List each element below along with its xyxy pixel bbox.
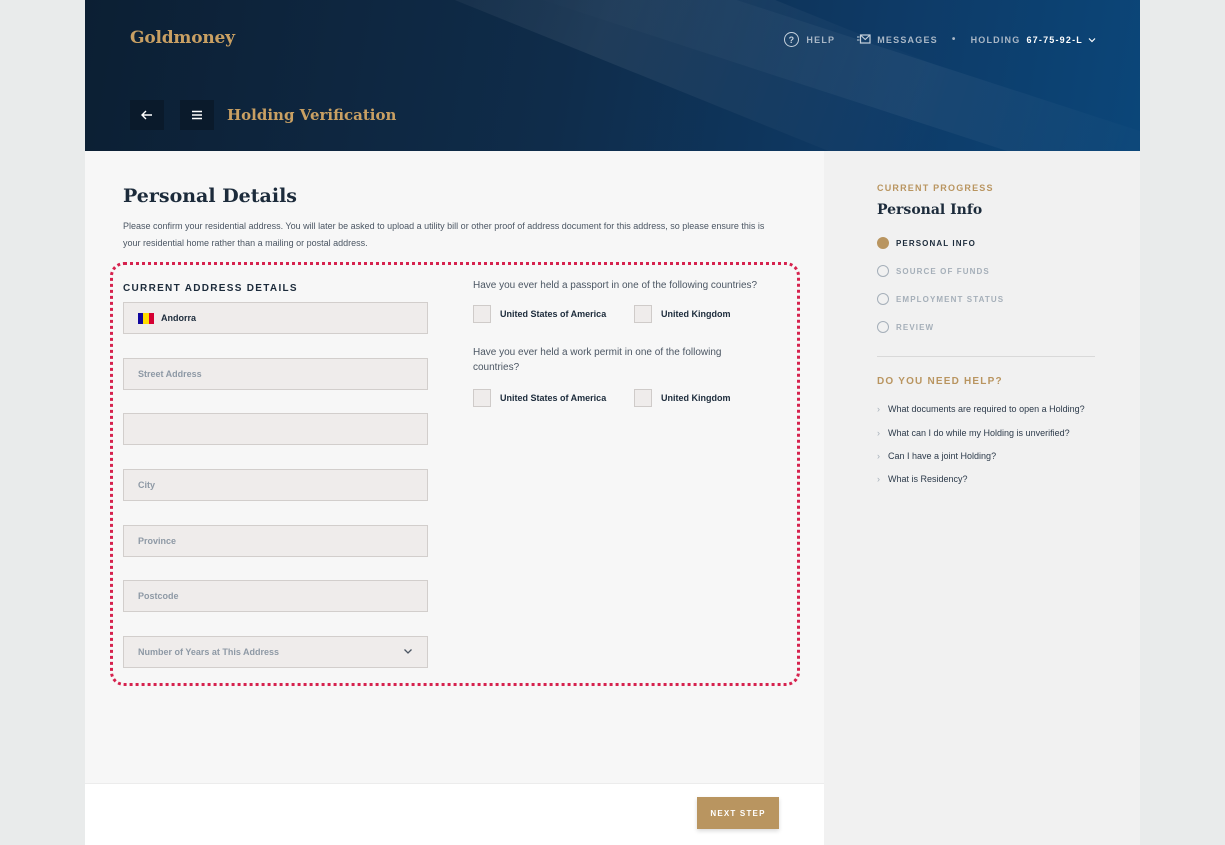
step-review[interactable]: REVIEW <box>877 321 934 333</box>
postcode-placeholder: Postcode <box>138 591 179 601</box>
messages-label: MESSAGES <box>877 34 938 45</box>
arrow-left-icon <box>141 110 153 120</box>
step-circle-icon <box>877 265 889 277</box>
street-address-input[interactable]: Street Address <box>123 358 428 390</box>
main-content: Personal Details Please confirm your res… <box>85 151 824 845</box>
work-permit-usa-checkbox[interactable]: United States of America <box>473 389 606 407</box>
step-filled-circle-icon <box>877 237 889 249</box>
chevron-down-icon <box>1088 37 1096 43</box>
next-step-button[interactable]: NEXT STEP <box>697 797 779 829</box>
work-permit-uk-label: United Kingdom <box>661 393 731 403</box>
page-title: Personal Details <box>123 185 297 207</box>
passport-uk-label: United Kingdom <box>661 309 731 319</box>
top-header: Goldmoney ? HELP MESSAGES • HOLDING 67-7… <box>85 0 1140 151</box>
step-label: SOURCE OF FUNDS <box>896 266 990 276</box>
work-permit-uk-checkbox[interactable]: United Kingdom <box>634 389 731 407</box>
step-label: EMPLOYMENT STATUS <box>896 294 1005 304</box>
passport-usa-checkbox[interactable]: United States of America <box>473 305 606 323</box>
passport-question: Have you ever held a passport in one of … <box>473 280 758 291</box>
help-link-item[interactable]: › What can I do while my Holding is unve… <box>877 428 1070 438</box>
back-button[interactable] <box>130 100 164 130</box>
city-input[interactable]: City <box>123 469 428 501</box>
work-permit-usa-label: United States of America <box>500 393 607 403</box>
goldmoney-logo[interactable]: Goldmoney <box>130 28 235 48</box>
help-link-label: Can I have a joint Holding? <box>888 451 997 461</box>
help-link[interactable]: ? HELP <box>784 32 835 47</box>
street-address-placeholder: Street Address <box>138 369 202 379</box>
checkbox-box <box>473 389 491 407</box>
help-link-item[interactable]: › What is Residency? <box>877 474 968 484</box>
help-link-label: What is Residency? <box>888 474 968 484</box>
years-at-address-select[interactable]: Number of Years at This Address <box>123 636 428 668</box>
page-description: Please confirm your residential address.… <box>123 221 765 248</box>
checkbox-box <box>634 305 652 323</box>
years-at-address-placeholder: Number of Years at This Address <box>138 647 280 657</box>
passport-uk-checkbox[interactable]: United Kingdom <box>634 305 731 323</box>
work-permit-question: Have you ever held a work permit in one … <box>473 347 722 373</box>
country-value: Andorra <box>161 313 197 323</box>
messages-icon <box>857 34 871 45</box>
chevron-right-icon: › <box>877 428 880 438</box>
help-link-item[interactable]: › What documents are required to open a … <box>877 404 1085 414</box>
sidebar-divider <box>877 356 1095 357</box>
checkbox-box <box>473 305 491 323</box>
step-label: REVIEW <box>896 322 935 332</box>
country-select[interactable]: Andorra <box>123 302 428 334</box>
andorra-flag-icon <box>138 312 154 324</box>
app-page: Goldmoney ? HELP MESSAGES • HOLDING 67-7… <box>85 0 1140 845</box>
step-personal-info[interactable]: PERSONAL INFO <box>877 237 976 249</box>
section-label: CURRENT ADDRESS DETAILS <box>123 283 298 294</box>
help-heading: DO YOU NEED HELP? <box>877 376 1003 387</box>
city-placeholder: City <box>138 480 156 490</box>
progress-title: Personal Info <box>877 202 983 218</box>
help-label: HELP <box>806 34 836 45</box>
chevron-down-icon <box>403 648 413 655</box>
street-address-line2-input[interactable] <box>123 413 428 445</box>
top-navigation: ? HELP MESSAGES • HOLDING 67-75-92-L <box>762 32 1096 47</box>
progress-label: CURRENT PROGRESS <box>877 183 994 193</box>
menu-button[interactable] <box>180 100 214 130</box>
passport-usa-label: United States of America <box>500 309 607 319</box>
nav-separator: • <box>951 34 957 45</box>
holding-number: 67-75-92-L <box>1026 34 1083 45</box>
step-circle-icon <box>877 293 889 305</box>
step-employment-status[interactable]: EMPLOYMENT STATUS <box>877 293 1004 305</box>
hamburger-icon <box>191 110 203 120</box>
province-input[interactable]: Province <box>123 525 428 557</box>
messages-link[interactable]: MESSAGES <box>857 34 938 45</box>
help-link-item[interactable]: › Can I have a joint Holding? <box>877 451 996 461</box>
help-icon: ? <box>784 32 800 47</box>
chevron-right-icon: › <box>877 451 880 461</box>
province-placeholder: Province <box>138 536 177 546</box>
help-link-label: What documents are required to open a Ho… <box>888 404 1085 414</box>
chevron-right-icon: › <box>877 404 880 414</box>
holding-selector[interactable]: HOLDING 67-75-92-L <box>971 35 1096 45</box>
step-circle-icon <box>877 321 889 333</box>
chevron-right-icon: › <box>877 474 880 484</box>
holding-label: HOLDING <box>970 34 1021 45</box>
step-label: PERSONAL INFO <box>896 238 976 248</box>
postcode-input[interactable]: Postcode <box>123 580 428 612</box>
progress-sidebar: CURRENT PROGRESS Personal Info PERSONAL … <box>824 151 1140 845</box>
checkbox-box <box>634 389 652 407</box>
step-source-of-funds[interactable]: SOURCE OF FUNDS <box>877 265 990 277</box>
page-header-title: Holding Verification <box>227 106 397 124</box>
help-link-label: What can I do while my Holding is unveri… <box>888 428 1070 438</box>
